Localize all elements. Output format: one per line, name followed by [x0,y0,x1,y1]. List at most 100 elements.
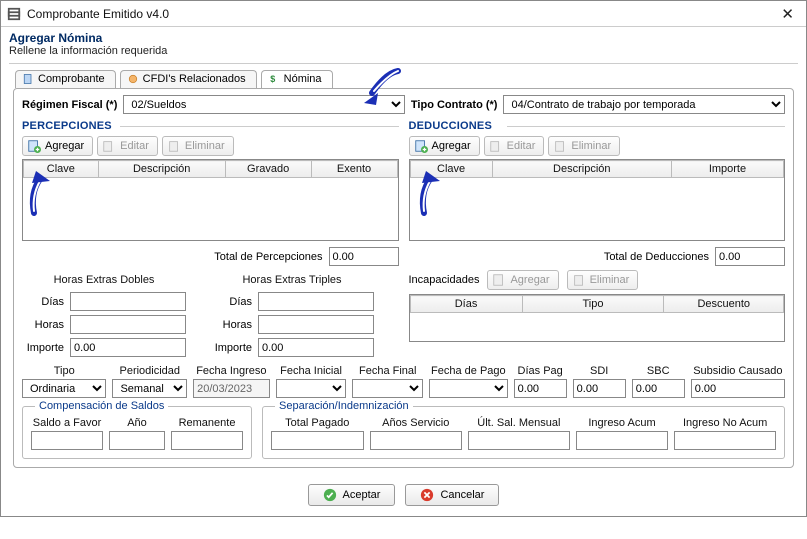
ingreso-acum-input[interactable] [576,431,669,450]
window-title: Comprobante Emitido v4.0 [27,7,775,21]
col-descuento: Descuento [664,296,784,313]
fecha-ingreso-input [193,379,270,398]
agregar-percepcion-button[interactable]: Agregar [22,136,93,156]
eliminar-deduccion-button: Eliminar [548,136,620,156]
ingreso-no-acum-input[interactable] [674,431,776,450]
tipo-select[interactable]: Ordinaria [22,379,106,398]
percepciones-grid[interactable]: Clave Descripción Gravado Exento [22,159,399,241]
saldo-favor-input[interactable] [31,431,103,450]
anios-servicio-input[interactable] [370,431,463,450]
dias-label: Días [210,296,252,308]
ult-sal-mensual-input[interactable] [468,431,570,450]
deducciones-grid[interactable]: Clave Descripción Importe [409,159,786,241]
page-subtext: Rellene la información requerida [9,45,798,57]
editar-percepcion-button: Editar [97,136,158,156]
aceptar-button[interactable]: Aceptar [308,484,396,506]
delete-icon [572,273,586,287]
titlebar: Comprobante Emitido v4.0 ✕ [1,1,806,27]
ult-sal-mensual-label: Últ. Sal. Mensual [468,417,570,429]
document-icon [22,73,34,85]
tab-label: Comprobante [38,73,105,85]
close-icon[interactable]: ✕ [775,3,800,25]
fecha-pago-label: Fecha de Pago [429,365,508,377]
dias-label: Días [22,296,64,308]
edit-icon [102,139,116,153]
periodicidad-select[interactable]: Semanal [112,379,187,398]
total-pagado-label: Total Pagado [271,417,364,429]
subsidio-label: Subsidio Causado [691,365,785,377]
total-deducciones-input[interactable] [715,247,785,266]
cancelar-button[interactable]: Cancelar [405,484,499,506]
sdi-label: SDI [573,365,626,377]
col-desc: Descripción [98,161,225,178]
tab-comprobante[interactable]: Comprobante [15,70,116,88]
regimen-select[interactable]: 02/Sueldos [123,95,405,114]
contrato-label: Tipo Contrato (*) [411,99,498,111]
col-tipo: Tipo [522,296,664,313]
check-icon [323,488,337,502]
diaspag-input[interactable] [514,379,567,398]
svg-text:$: $ [270,74,275,84]
ingreso-no-acum-label: Ingreso No Acum [674,417,776,429]
anio-input[interactable] [109,431,165,450]
total-percepciones-label: Total de Percepciones [214,251,322,263]
col-dias: Días [410,296,522,313]
anios-servicio-label: Años Servicio [370,417,463,429]
compensacion-legend: Compensación de Saldos [35,400,168,412]
incapacidades-grid[interactable]: Días Tipo Descuento [409,294,786,342]
he-triples-horas[interactable] [258,315,374,334]
he-triples-title: Horas Extras Triples [210,274,374,286]
eliminar-percepcion-button: Eliminar [162,136,234,156]
tab-nomina[interactable]: $ Nómina [261,70,333,88]
separacion-group: Separación/Indemnización Total Pagado Añ… [262,406,785,459]
he-triples-importe[interactable] [258,338,374,357]
total-pagado-input[interactable] [271,431,364,450]
horas-label: Horas [22,319,64,331]
fecha-final-select[interactable] [352,379,423,398]
edit-icon [489,139,503,153]
compensacion-group: Compensación de Saldos Saldo a Favor Año… [22,406,252,459]
he-triples-dias[interactable] [258,292,374,311]
ingreso-acum-label: Ingreso Acum [576,417,669,429]
diaspag-label: Días Pag [514,365,567,377]
tab-cfdis[interactable]: CFDI's Relacionados [120,70,257,88]
link-icon [127,73,139,85]
sbc-label: SBC [632,365,685,377]
add-icon [414,139,428,153]
col-clave: Clave [410,161,492,178]
he-dobles-horas[interactable] [70,315,186,334]
delete-icon [167,139,181,153]
editar-deduccion-button: Editar [484,136,545,156]
importe-label: Importe [210,342,252,354]
app-icon [7,7,21,21]
separacion-legend: Separación/Indemnización [275,400,413,412]
subsidio-input[interactable] [691,379,785,398]
contrato-select[interactable]: 04/Contrato de trabajo por temporada [503,95,785,114]
incapacidades-title: Incapacidades [409,274,480,286]
page-heading: Agregar Nómina [9,31,798,45]
horas-label: Horas [210,319,252,331]
he-dobles-dias[interactable] [70,292,186,311]
agregar-deduccion-button[interactable]: Agregar [409,136,480,156]
col-importe: Importe [671,161,783,178]
percepciones-title: PERCEPCIONES [22,118,399,134]
sdi-input[interactable] [573,379,626,398]
total-percepciones-input[interactable] [329,247,399,266]
add-icon [492,273,506,287]
add-icon [27,139,41,153]
fecha-pago-select[interactable] [429,379,508,398]
anio-label: Año [109,417,165,429]
saldo-favor-label: Saldo a Favor [31,417,103,429]
col-clave: Clave [24,161,99,178]
sbc-input[interactable] [632,379,685,398]
tabs: Comprobante CFDI's Relacionados $ Nómina [1,64,806,88]
remanente-input[interactable] [171,431,243,450]
he-dobles-importe[interactable] [70,338,186,357]
fecha-ingreso-label: Fecha Ingreso [193,365,270,377]
regimen-label: Régimen Fiscal (*) [22,99,117,111]
periodicidad-label: Periodicidad [112,365,187,377]
col-desc: Descripción [492,161,671,178]
eliminar-incapacidad-button: Eliminar [567,270,639,290]
he-dobles-title: Horas Extras Dobles [22,274,186,286]
fecha-inicial-select[interactable] [276,379,347,398]
